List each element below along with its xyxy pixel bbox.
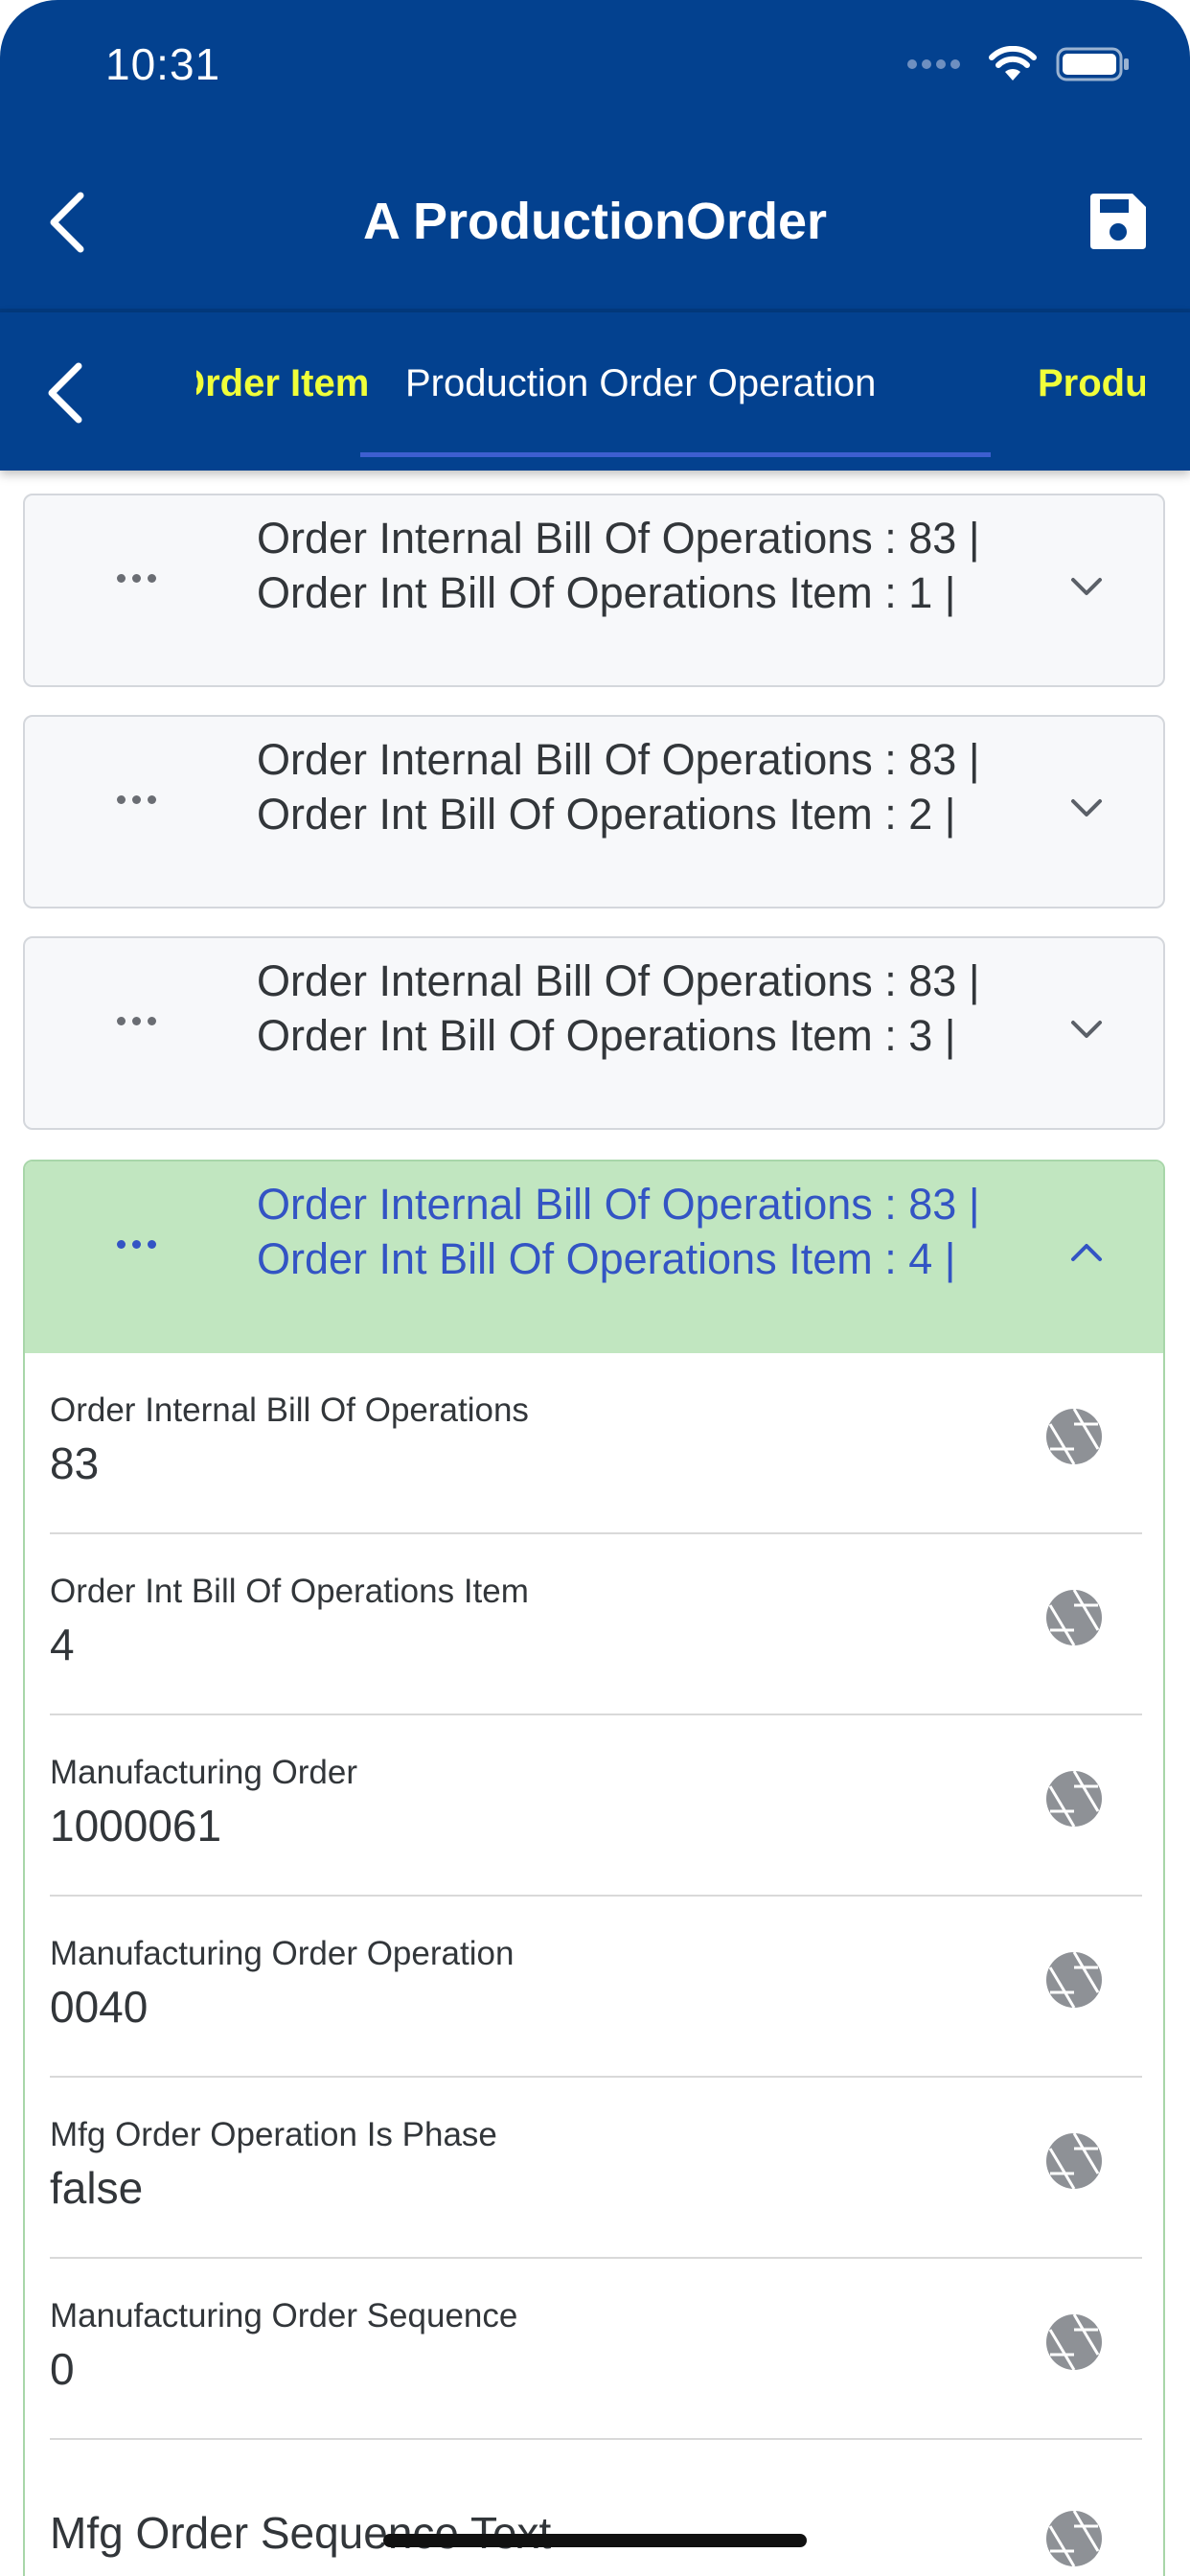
detail-field: Mfg Order Sequence Text	[50, 2440, 1142, 2576]
camera-shutter-icon[interactable]	[1044, 2131, 1104, 2191]
wifi-icon	[989, 46, 1037, 80]
list-item-title: Order Internal Bill Of Operations : 83 |…	[257, 735, 980, 839]
field-label: Manufacturing Order Operation	[50, 1935, 515, 1972]
chevron-down-icon[interactable]	[1067, 794, 1106, 822]
list-item[interactable]: Order Internal Bill Of Operations : 83 |…	[23, 715, 1165, 908]
field-label: Manufacturing Order	[50, 1754, 357, 1791]
list-item-title: Order Internal Bill Of Operations : 83 |…	[257, 1180, 980, 1283]
detail-field: Manufacturing Order Operation 0040	[50, 1897, 1142, 2078]
chevron-up-icon[interactable]	[1067, 1238, 1106, 1267]
chevron-down-icon[interactable]	[1067, 1015, 1106, 1044]
status-time: 10:31	[105, 39, 221, 89]
list-item-title: Order Internal Bill Of Operations : 83 |…	[257, 956, 980, 1060]
camera-shutter-icon[interactable]	[1044, 1588, 1104, 1647]
expanded-list-item: Order Internal Bill Of Operations : 83 |…	[23, 1160, 1165, 2576]
tab-production-order-component[interactable]: Production Order Component	[1038, 362, 1145, 405]
detail-field: Order Internal Bill Of Operations 83	[50, 1353, 1142, 1534]
more-horizontal-icon[interactable]	[117, 795, 156, 804]
navigation-bar: A ProductionOrder	[0, 163, 1190, 307]
detail-field: Manufacturing Order Sequence 0	[50, 2259, 1142, 2440]
field-value: 1000061	[50, 1801, 222, 1851]
app-screen: 10:31 A ProductionOrder rder Item Produc…	[0, 0, 1190, 2576]
field-label: Mfg Order Operation Is Phase	[50, 2116, 497, 2153]
field-value: 83	[50, 1438, 100, 1488]
chevron-left-icon	[48, 362, 82, 424]
more-horizontal-icon[interactable]	[117, 1017, 156, 1025]
field-value: false	[50, 2163, 144, 2213]
list-item[interactable]: Order Internal Bill Of Operations : 83 |…	[23, 494, 1165, 687]
battery-icon	[1056, 47, 1129, 81]
signal-icon	[907, 59, 960, 69]
tab-production-order-operation[interactable]: Production Order Operation	[405, 362, 876, 405]
page-title: A ProductionOrder	[362, 193, 828, 250]
status-icons	[907, 46, 1131, 82]
field-label: Mfg Order Sequence Text	[50, 2508, 552, 2558]
camera-shutter-icon[interactable]	[1044, 1950, 1104, 2010]
camera-shutter-icon[interactable]	[1044, 1769, 1104, 1828]
field-value: 0040	[50, 1982, 149, 2032]
camera-shutter-icon[interactable]	[1044, 2312, 1104, 2372]
field-value: 0	[50, 2344, 75, 2394]
chevron-down-icon[interactable]	[1067, 572, 1106, 601]
detail-field: Order Int Bill Of Operations Item 4	[50, 1534, 1142, 1715]
field-label: Order Internal Bill Of Operations	[50, 1392, 529, 1429]
tab-bar: Order Item Production Order Operation Pr…	[0, 312, 1190, 471]
list-item-title: Order Internal Bill Of Operations : 83 |…	[257, 514, 980, 617]
active-tab-indicator	[360, 452, 991, 457]
home-indicator[interactable]	[383, 2534, 807, 2547]
app-header: 10:31 A ProductionOrder	[0, 0, 1190, 312]
tab-order-item[interactable]: Order Item	[196, 362, 369, 405]
field-label: Manufacturing Order Sequence	[50, 2297, 518, 2334]
field-label: Order Int Bill Of Operations Item	[50, 1573, 529, 1610]
save-icon	[1090, 194, 1146, 249]
detail-field: Mfg Order Operation Is Phase false	[50, 2078, 1142, 2259]
save-button[interactable]	[1087, 190, 1150, 253]
tab-scroll-left-button[interactable]	[36, 355, 94, 431]
camera-shutter-icon[interactable]	[1044, 2509, 1104, 2568]
more-horizontal-icon[interactable]	[117, 1240, 156, 1249]
field-value: 4	[50, 1620, 75, 1669]
tab-strip: Order Item Production Order Operation Pr…	[196, 312, 1145, 471]
camera-shutter-icon[interactable]	[1044, 1407, 1104, 1466]
list-item[interactable]: Order Internal Bill Of Operations : 83 |…	[23, 936, 1165, 1130]
more-horizontal-icon[interactable]	[117, 574, 156, 583]
detail-field: Manufacturing Order 1000061	[50, 1715, 1142, 1897]
expanded-item-header[interactable]: Order Internal Bill Of Operations : 83 |…	[25, 1162, 1163, 1353]
